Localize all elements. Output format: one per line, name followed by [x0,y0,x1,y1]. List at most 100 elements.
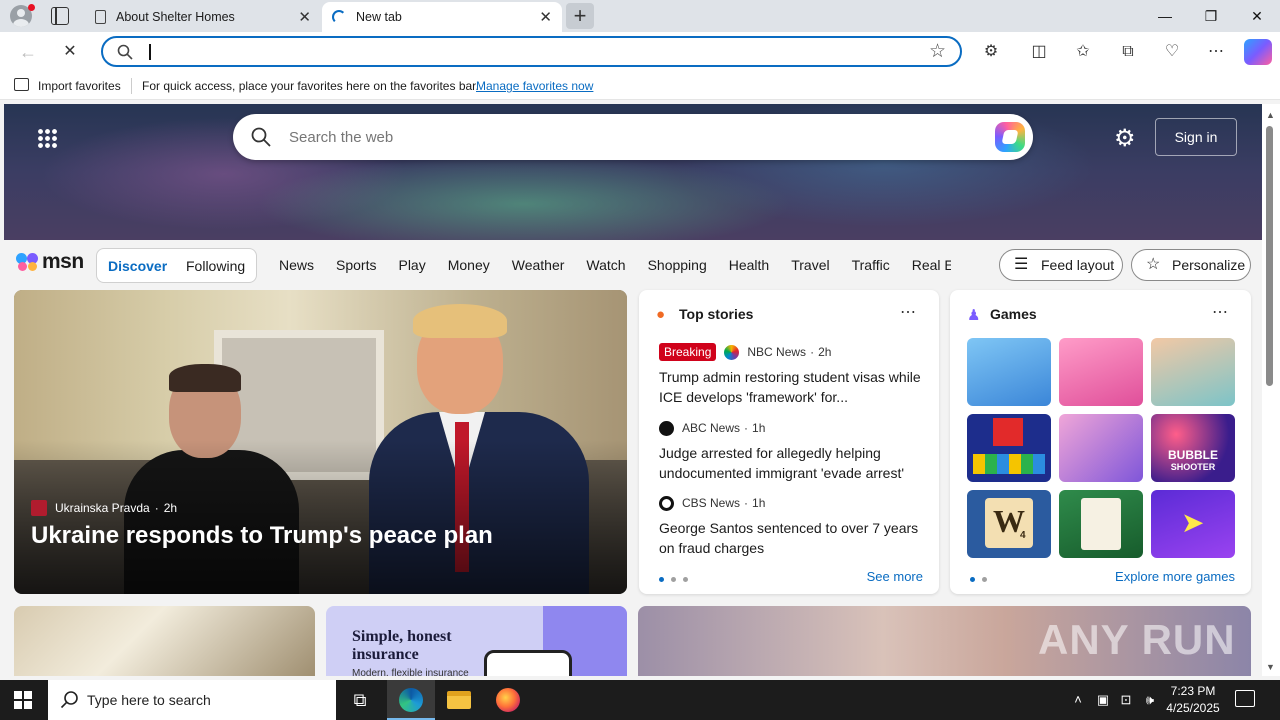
split-screen-icon[interactable]: ◫ [1026,39,1052,65]
favorites-icon[interactable]: ✩ [1070,39,1096,65]
new-tab-button[interactable]: + [566,3,594,29]
show-hidden-icons-icon[interactable]: ˄ [1068,680,1088,720]
settings-more-icon[interactable]: ⋯ [1203,39,1229,65]
story-item[interactable]: CBS News · 1h George Santos sentenced to… [659,493,923,558]
top-stories-card: ● Top stories ⋯ Breaking NBC News · 2h T… [639,290,939,594]
breaking-badge: Breaking [659,343,717,361]
manage-favorites-link[interactable]: Manage favorites now [476,79,593,93]
sparkle-star-icon: ☆ [1146,256,1161,273]
volume-icon[interactable]: 🕪 [1140,680,1160,720]
hero-headline[interactable]: Ukraine responds to Trump's peace plan [31,522,493,550]
game-tile-makeup[interactable] [1059,414,1143,482]
notifications-icon[interactable] [1235,690,1255,707]
msn-logo[interactable]: msn [16,250,84,274]
feed-tabs: Discover Following [96,248,257,283]
collections-icon[interactable]: ⧉ [1115,39,1141,65]
import-favorites-button[interactable]: Import favorites [38,79,121,93]
clock-date: 4/25/2025 [1166,701,1220,715]
game-tile-mahjong[interactable] [1059,490,1143,558]
copilot-icon[interactable] [1244,39,1272,65]
web-search-box[interactable]: Search the web [233,114,1033,160]
favorite-star-icon[interactable]: ☆ [929,40,946,63]
hero-age: 2h [163,501,178,515]
page-icon [95,10,106,24]
news-card-photo[interactable]: ANY RUN [638,606,1251,676]
tab-title: About Shelter Homes [116,10,235,24]
story-source: CBS News [682,496,741,510]
extensions-icon[interactable]: ⚙ [978,39,1004,65]
firefox-icon[interactable] [484,680,532,720]
nav-health[interactable]: Health [729,257,769,273]
edge-taskbar-icon[interactable] [387,680,435,720]
file-explorer-icon[interactable] [435,680,483,720]
nav-news[interactable]: News [279,257,314,273]
nav-weather[interactable]: Weather [512,257,565,273]
app-launcher-icon[interactable] [37,128,57,148]
game-tile-restaurant[interactable] [967,338,1051,406]
nav-money[interactable]: Money [448,257,490,273]
taskbar-search-box[interactable]: Type here to search [48,680,336,720]
game-tile-rocket[interactable]: ➤ [1151,490,1235,558]
sign-in-button[interactable]: Sign in [1155,118,1237,156]
tab-following[interactable]: Following [186,258,245,274]
nav-play[interactable]: Play [398,257,425,273]
page-settings-gear-icon[interactable]: ⚙ [1114,124,1136,153]
nav-real-estate[interactable]: Real E [912,257,951,273]
device-icon[interactable]: ▣ [1093,680,1113,720]
hero-news-card[interactable]: Ukrainska Pravda · 2h Ukraine responds t… [14,290,627,594]
scroll-down-arrow-icon[interactable]: ▼ [1266,662,1275,672]
minimize-button[interactable]: — [1142,0,1188,32]
more-options-icon[interactable]: ⋯ [900,302,917,322]
game-tile-hospital[interactable] [1151,338,1235,406]
nav-sports[interactable]: Sports [336,257,376,273]
scrollbar-thumb[interactable] [1266,126,1273,386]
feed-layout-button[interactable]: ☰ Feed layout [999,249,1123,281]
game-tile-fashion[interactable] [1059,338,1143,406]
more-options-icon[interactable]: ⋯ [1212,302,1229,322]
back-button[interactable]: ← [14,38,42,66]
carousel-dots[interactable] [659,577,695,582]
network-icon[interactable]: ⊡ [1116,680,1136,720]
tab-new-tab[interactable]: New tab ✕ [322,2,562,32]
story-age: 1h [752,421,766,435]
copilot-icon[interactable] [995,122,1025,152]
close-tab-icon[interactable]: ✕ [539,8,552,26]
tab-discover[interactable]: Discover [108,258,167,274]
scroll-up-arrow-icon[interactable]: ▲ [1266,110,1275,120]
browser-essentials-icon[interactable]: ♡ [1159,39,1185,65]
close-window-button[interactable]: ✕ [1234,0,1280,32]
nav-traffic[interactable]: Traffic [852,257,890,273]
windows-start-icon[interactable] [14,691,32,709]
nav-travel[interactable]: Travel [791,257,829,273]
close-tab-icon[interactable]: ✕ [298,8,311,26]
see-more-link[interactable]: See more [867,569,923,584]
nav-shopping[interactable]: Shopping [648,257,707,273]
carousel-dots[interactable] [970,577,994,582]
hero-background: Search the web ⚙ Sign in [4,104,1262,240]
news-card-food[interactable] [14,606,315,676]
story-item[interactable]: ABC News · 1h Judge arrested for alleged… [659,418,923,483]
game-tile-bubble-shooter[interactable]: BUBBLE SHOOTER [1151,414,1235,482]
insurance-ad-card[interactable]: Simple, honest insurance Modern, flexibl… [326,606,627,676]
clock-time: 7:23 PM [1170,684,1216,698]
publisher-logo-icon [31,500,47,516]
restore-button[interactable]: ❐ [1188,0,1234,32]
page-scrollbar[interactable]: ▲ ▼ [1262,104,1280,676]
taskbar-clock[interactable]: 7:23 PM 4/25/2025 [1162,683,1224,717]
address-bar[interactable]: ☆ [101,36,962,67]
personalize-button[interactable]: ☆ Personalize [1131,249,1251,281]
nav-watch[interactable]: Watch [586,257,625,273]
explore-games-link[interactable]: Explore more games [1115,569,1235,584]
tab-about-shelter-homes[interactable]: About Shelter Homes ✕ [85,2,321,32]
import-favorites-icon [14,78,29,91]
story-item[interactable]: Breaking NBC News · 2h Trump admin resto… [659,342,923,407]
story-headline: Judge arrested for allegedly helping und… [659,445,905,481]
hero-source: Ukrainska Pravda · 2h [31,500,177,516]
tab-actions-icon[interactable] [51,7,69,25]
games-icon: ♟ [967,307,981,324]
task-view-icon[interactable]: ⧉ [336,680,384,720]
game-tile-blocks[interactable] [967,414,1051,482]
stop-loading-button[interactable]: ✕ [56,38,84,66]
game-tile-words[interactable]: W 4 [967,490,1051,558]
top-stories-title: Top stories [679,306,754,322]
